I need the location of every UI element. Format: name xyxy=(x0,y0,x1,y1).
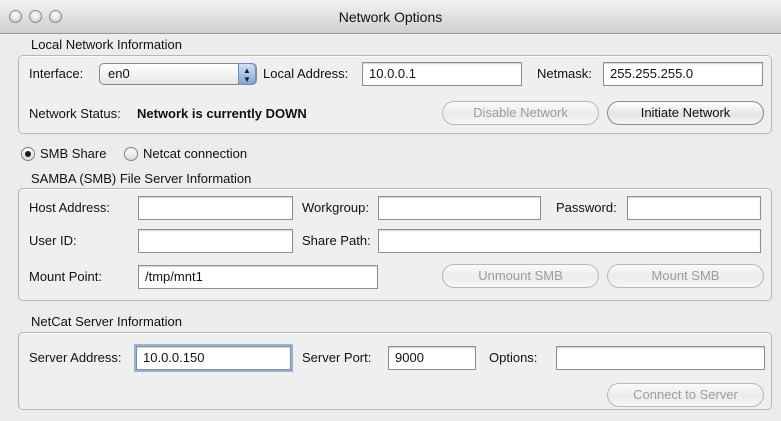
password-label: Password: xyxy=(556,200,617,215)
local-address-label: Local Address: xyxy=(263,66,349,81)
local-network-group-title: Local Network Information xyxy=(31,37,183,52)
netmask-label: Netmask: xyxy=(537,66,592,81)
unmount-smb-button[interactable]: Unmount SMB xyxy=(442,264,599,288)
interface-value: en0 xyxy=(108,66,130,81)
netmask-field[interactable]: 255.255.255.0 xyxy=(603,62,763,86)
radio-selected-dot-icon xyxy=(25,151,31,157)
share-path-field[interactable] xyxy=(378,229,761,253)
mount-point-label: Mount Point: xyxy=(29,269,102,284)
workgroup-label: Workgroup: xyxy=(302,200,369,215)
smb-share-radio-label[interactable]: SMB Share xyxy=(40,146,106,161)
connect-to-server-button[interactable]: Connect to Server xyxy=(607,383,764,407)
host-address-field[interactable] xyxy=(138,196,293,220)
network-status-value: Network is currently DOWN xyxy=(137,106,307,121)
interface-popup[interactable]: en0 ▲ ▼ xyxy=(99,63,257,85)
smb-group-title: SAMBA (SMB) File Server Information xyxy=(31,171,252,186)
netcat-group-title: NetCat Server Information xyxy=(31,314,183,329)
smb-share-radio[interactable] xyxy=(21,147,35,161)
interface-label: Interface: xyxy=(29,66,84,81)
password-field[interactable] xyxy=(627,196,761,220)
popup-arrows-icon: ▲ ▼ xyxy=(238,63,256,85)
netcat-connection-radio[interactable] xyxy=(124,147,138,161)
server-port-label: Server Port: xyxy=(302,350,372,365)
options-field[interactable] xyxy=(556,346,765,370)
disable-network-button[interactable]: Disable Network xyxy=(442,101,599,125)
server-address-label: Server Address: xyxy=(29,350,122,365)
mount-point-field[interactable]: /tmp/mnt1 xyxy=(138,265,378,289)
mount-smb-button[interactable]: Mount SMB xyxy=(607,264,764,288)
options-label: Options: xyxy=(489,350,538,365)
share-path-label: Share Path: xyxy=(302,233,371,248)
initiate-network-button[interactable]: Initiate Network xyxy=(607,101,764,125)
server-port-field[interactable]: 9000 xyxy=(388,346,476,370)
netcat-connection-radio-label[interactable]: Netcat connection xyxy=(143,146,247,161)
local-address-field[interactable]: 10.0.0.1 xyxy=(362,62,522,86)
host-address-label: Host Address: xyxy=(29,200,110,215)
server-address-field[interactable]: 10.0.0.150 xyxy=(134,344,293,372)
workgroup-field[interactable] xyxy=(378,196,541,220)
network-status-label: Network Status: xyxy=(29,106,121,121)
user-id-label: User ID: xyxy=(29,233,77,248)
window-title: Network Options xyxy=(338,9,443,25)
user-id-field[interactable] xyxy=(138,229,293,253)
